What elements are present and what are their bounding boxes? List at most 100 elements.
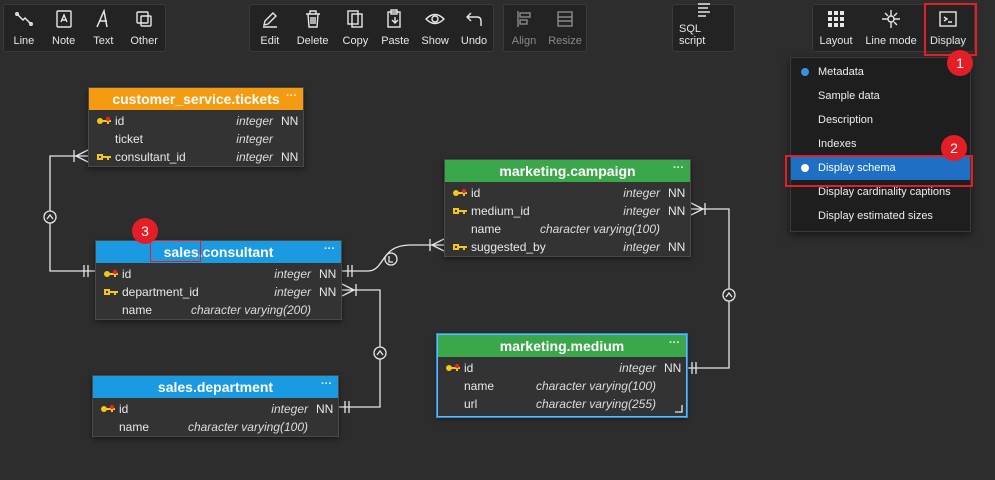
column-type: integer bbox=[274, 285, 311, 299]
column-type: character varying(100) bbox=[187, 420, 308, 434]
column-nn: NN bbox=[668, 204, 686, 218]
column-name: id bbox=[119, 402, 129, 416]
column-type: integer bbox=[236, 150, 273, 164]
column-row[interactable]: ticket integer bbox=[89, 130, 303, 148]
column-nn: NN bbox=[281, 150, 299, 164]
column-name: department_id bbox=[122, 285, 199, 299]
annotation-badge-1: 1 bbox=[947, 50, 973, 76]
display-schema-highlight bbox=[785, 155, 973, 187]
resize-handle-icon[interactable] bbox=[675, 405, 683, 413]
column-row[interactable]: name character varying(100) bbox=[438, 377, 686, 395]
column-type: integer bbox=[271, 402, 308, 416]
menu-item-display-estimated-sizes[interactable]: Display estimated sizes bbox=[791, 204, 970, 228]
table-menu-icon[interactable]: ··· bbox=[673, 162, 684, 174]
column-name: ticket bbox=[115, 132, 144, 146]
table-marketing-medium[interactable]: marketing.medium ··· id integer NN name … bbox=[437, 334, 687, 417]
column-type: integer bbox=[236, 132, 273, 146]
table-sales-consultant[interactable]: sales.consultant ··· id integer NN depar… bbox=[95, 240, 342, 320]
column-name: url bbox=[464, 397, 478, 411]
table-name: consultant bbox=[202, 244, 274, 260]
column-name: id bbox=[471, 186, 481, 200]
diagram-editor: { "toolbar": { "groups": [ {"items": [ {… bbox=[0, 0, 995, 480]
foreign-key-icon bbox=[449, 242, 471, 252]
column-name: id bbox=[122, 267, 132, 281]
column-type: integer bbox=[623, 204, 660, 218]
column-row[interactable]: name character varying(100) bbox=[93, 418, 338, 436]
menu-item-label: Indexes bbox=[818, 138, 857, 150]
annotation-badge-3: 3 bbox=[132, 218, 158, 244]
menu-item-label: Metadata bbox=[818, 66, 864, 78]
column-type: integer bbox=[619, 361, 656, 375]
table-header[interactable]: customer_service.tickets ··· bbox=[89, 88, 303, 110]
column-type: integer bbox=[623, 186, 660, 200]
column-nn: NN bbox=[319, 267, 337, 281]
column-row[interactable]: id integer NN bbox=[93, 400, 338, 418]
column-name: suggested_by bbox=[471, 240, 546, 254]
table-sales-department[interactable]: sales.department ··· id integer NN name … bbox=[92, 375, 339, 437]
table-title: sales.department bbox=[157, 379, 274, 395]
column-row[interactable]: url character varying(255) bbox=[438, 395, 686, 413]
table-header[interactable]: sales.consultant ··· bbox=[96, 241, 341, 263]
menu-item-sample-data[interactable]: Sample data bbox=[791, 84, 970, 108]
table-title: marketing.medium bbox=[499, 338, 625, 354]
column-name: id bbox=[464, 361, 474, 375]
column-type: character varying(100) bbox=[535, 379, 656, 393]
checked-dot-icon bbox=[801, 68, 809, 76]
display-button-highlight bbox=[924, 3, 977, 56]
column-name: consultant_id bbox=[115, 150, 186, 164]
column-row[interactable]: consultant_id integer NN bbox=[89, 148, 303, 166]
column-type: character varying(255) bbox=[535, 397, 656, 411]
column-row[interactable]: name character varying(200) bbox=[96, 301, 341, 319]
menu-item-metadata[interactable]: Metadata bbox=[791, 60, 970, 84]
table-marketing-campaign[interactable]: marketing.campaign ··· id integer NN med… bbox=[444, 159, 691, 257]
column-nn: NN bbox=[281, 114, 299, 128]
schema-name-highlight bbox=[150, 240, 201, 262]
column-row[interactable]: id integer NN bbox=[89, 112, 303, 130]
menu-item-description[interactable]: Description bbox=[791, 108, 970, 132]
column-row[interactable]: id integer NN bbox=[438, 359, 686, 377]
column-name: name bbox=[464, 379, 495, 393]
column-nn: NN bbox=[668, 186, 686, 200]
primary-foreign-key-icon bbox=[93, 116, 115, 126]
column-row[interactable]: medium_id integer NN bbox=[445, 202, 690, 220]
column-type: character varying(100) bbox=[539, 222, 660, 236]
column-type: integer bbox=[274, 267, 311, 281]
column-name: name bbox=[122, 303, 153, 317]
primary-foreign-key-icon bbox=[100, 269, 122, 279]
table-menu-icon[interactable]: ··· bbox=[321, 378, 332, 390]
column-type: integer bbox=[236, 114, 273, 128]
table-customer-service-tickets[interactable]: customer_service.tickets ··· id integer … bbox=[88, 87, 304, 167]
table-menu-icon[interactable]: ··· bbox=[286, 90, 297, 102]
column-row[interactable]: name character varying(100) bbox=[445, 220, 690, 238]
column-type: integer bbox=[623, 240, 660, 254]
column-name: name bbox=[471, 222, 502, 236]
table-header[interactable]: marketing.campaign ··· bbox=[445, 160, 690, 182]
foreign-key-icon bbox=[449, 206, 471, 216]
column-name: id bbox=[115, 114, 125, 128]
table-title: customer_service.tickets bbox=[112, 91, 280, 107]
table-header[interactable]: marketing.medium ··· bbox=[438, 335, 686, 357]
foreign-key-icon bbox=[100, 287, 122, 297]
table-menu-icon[interactable]: ··· bbox=[669, 337, 680, 349]
table-title: marketing.campaign bbox=[499, 163, 636, 179]
column-name: name bbox=[119, 420, 150, 434]
relation-campaign-medium bbox=[687, 208, 730, 369]
menu-item-label: Display estimated sizes bbox=[818, 210, 933, 222]
column-row[interactable]: id integer NN bbox=[445, 184, 690, 202]
annotation-badge-2: 2 bbox=[941, 135, 967, 161]
menu-item-label: Display cardinality captions bbox=[818, 186, 951, 198]
column-type: character varying(200) bbox=[190, 303, 311, 317]
column-row[interactable]: department_id integer NN bbox=[96, 283, 341, 301]
table-menu-icon[interactable]: ··· bbox=[324, 243, 335, 255]
primary-foreign-key-icon bbox=[442, 363, 464, 373]
column-row[interactable]: suggested_by integer NN bbox=[445, 238, 690, 256]
menu-item-label: Sample data bbox=[818, 90, 880, 102]
column-nn: NN bbox=[668, 240, 686, 254]
relation-consultant-department bbox=[339, 289, 381, 408]
column-nn: NN bbox=[664, 361, 682, 375]
table-header[interactable]: sales.department ··· bbox=[93, 376, 338, 398]
relation-tickets-consultant bbox=[49, 155, 95, 272]
column-row[interactable]: id integer NN bbox=[96, 265, 341, 283]
foreign-key-icon bbox=[93, 152, 115, 162]
primary-foreign-key-icon bbox=[97, 404, 119, 414]
